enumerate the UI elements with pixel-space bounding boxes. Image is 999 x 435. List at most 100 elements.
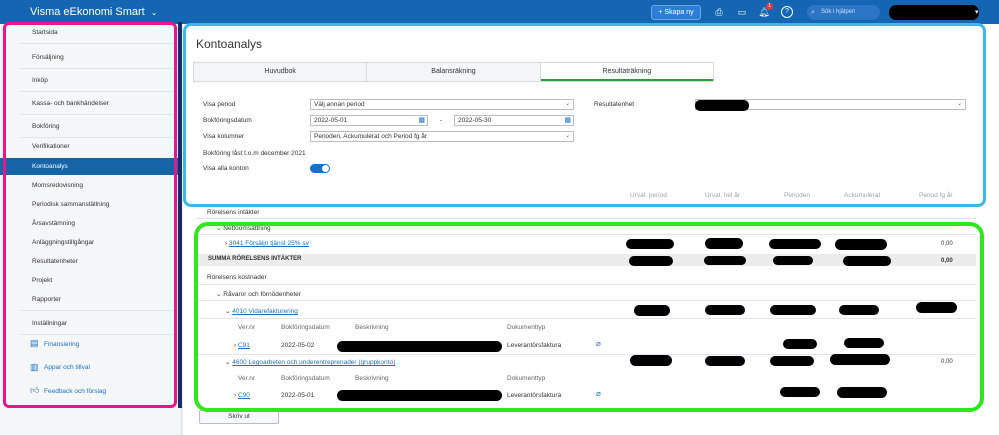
period-label: Visa period: [203, 101, 236, 108]
period-select[interactable]: Välj annan period ⌄: [310, 99, 574, 110]
app-title[interactable]: Visma eEkonomi Smart: [30, 6, 145, 18]
printer-icon[interactable]: ⎙: [713, 6, 725, 18]
chevron-down-icon: ⌄: [564, 133, 570, 139]
column-header: Urval, hel år: [705, 192, 741, 199]
divider: [196, 318, 976, 319]
page-title: Kontoanalys: [196, 37, 263, 51]
user-menu-chevron-icon[interactable]: ▾: [975, 8, 979, 16]
locked-info: Bokföring låst t.o.m december 2021: [203, 150, 306, 157]
redacted-value: [626, 239, 674, 249]
section-title: Rörelsens kostnader: [207, 274, 267, 281]
divider: [20, 68, 182, 69]
sidebar-item-bokforing[interactable]: Bokföring: [0, 123, 182, 130]
redacted-value: [837, 387, 887, 398]
sub-header: Dokumenttyp: [507, 324, 546, 331]
sidebar-item-momsredovisning[interactable]: Momsredovisning: [0, 182, 182, 189]
sidebar-item-rapporter[interactable]: Rapporter: [0, 296, 182, 303]
sub-header: Ver.nr: [238, 375, 255, 382]
divider: [20, 310, 182, 311]
sidebar-item-kontoanalys[interactable]: Kontoanalys: [0, 158, 182, 175]
columns-label: Visa kolumner: [203, 133, 245, 140]
account-link[interactable]: 3041 Försäljn tjänst 25% sv: [229, 240, 309, 247]
account-value: 0,00: [941, 241, 953, 247]
doctype-cell: Leverantörsfaktura: [507, 342, 562, 349]
divider: [20, 114, 182, 115]
date-from-value: 2022-05-01: [314, 117, 348, 124]
tab-resultatrakning[interactable]: Resultaträkning: [540, 63, 713, 81]
divider: [196, 234, 976, 235]
divider: [196, 300, 976, 301]
create-new-button[interactable]: + Skapa ny: [651, 5, 701, 20]
sub-header: Bokföringsdatum: [281, 324, 330, 331]
group-label: Råvaror och förnödenheter: [223, 291, 301, 298]
sidebar-item-arsavstamning[interactable]: Årsavstämning: [0, 220, 182, 227]
redacted-value: [769, 239, 821, 249]
group-title[interactable]: ⌄ Råvaror och förnödenheter: [216, 290, 301, 298]
tab-balansrakning[interactable]: Balansräkning: [367, 63, 541, 81]
sidebar-item-appar[interactable]: Appar och tillval: [0, 364, 182, 371]
sidebar-item-anlaggningstillgangar[interactable]: Anläggningstillgångar: [0, 239, 182, 246]
show-all-label: Visa alla konton: [203, 165, 249, 172]
print-button[interactable]: Skriv ut: [199, 410, 279, 424]
chat-icon[interactable]: ▭: [736, 6, 748, 18]
report-tabs: Huvudbok Balansräkning Resultaträkning: [193, 62, 714, 82]
ver-cell[interactable]: › C91: [234, 342, 250, 349]
redacted-description: [337, 341, 502, 352]
sidebar-item-projekt[interactable]: Projekt: [0, 277, 182, 284]
sidebar-item-resultatenheter[interactable]: Resultatenheter: [0, 258, 182, 265]
paperclip-icon[interactable]: ⌀: [596, 339, 601, 348]
redacted-value: [916, 302, 957, 313]
columns-select[interactable]: Perioden, Ackumulerat och Period fg år ⌄: [310, 131, 574, 142]
group-title[interactable]: ⌄ Nettoomsättning: [216, 224, 271, 232]
account-link[interactable]: 4010 Vidarefakturering: [232, 308, 298, 315]
toggle-knob: [322, 165, 329, 172]
notification-badge: 1: [766, 3, 773, 10]
section-title: Rörelsens intäkter: [207, 209, 260, 216]
sidebar-item-periodisk[interactable]: Periodisk sammanställning: [0, 201, 182, 208]
chevron-down-icon: ⌄: [956, 101, 962, 107]
account-value: 0,00: [941, 359, 953, 365]
paperclip-icon[interactable]: ⌀: [596, 389, 601, 398]
account-row[interactable]: ⌄ 4010 Vidarefakturering: [225, 307, 298, 315]
ver-cell[interactable]: › C90: [234, 392, 250, 399]
redacted-value: [830, 354, 890, 365]
account-row[interactable]: ⌄ 4600 Legoarbeten och underentreprenade…: [225, 358, 395, 366]
ver-link[interactable]: C90: [238, 392, 250, 399]
sidebar-item-finansiering[interactable]: Finansiering: [0, 341, 182, 348]
sidebar: Startsida Försäljning Inköp Kassa- och b…: [0, 24, 182, 435]
sub-header: Beskrivning: [355, 375, 389, 382]
redacted-value: [629, 256, 673, 266]
redacted-value: [770, 305, 816, 315]
sum-value: 0,00: [941, 258, 953, 264]
tab-huvudbok[interactable]: Huvudbok: [194, 63, 368, 81]
divider: [196, 218, 976, 219]
chevron-down-icon[interactable]: ⌄: [151, 8, 158, 17]
account-link[interactable]: 4600 Legoarbeten och underentreprenader …: [232, 359, 395, 366]
sub-header: Beskrivning: [355, 324, 389, 331]
date-to-value: 2022-05-30: [458, 117, 492, 124]
sidebar-item-verifikationer[interactable]: Verifikationer: [0, 143, 182, 150]
calendar-icon[interactable]: ▦: [564, 116, 571, 125]
sidebar-item-installningar[interactable]: Inställningar: [0, 320, 182, 327]
redacted-value: [780, 387, 820, 397]
group-label: Nettoomsättning: [223, 225, 271, 232]
sidebar-item-forsaljning[interactable]: Försäljning: [0, 54, 182, 61]
sidebar-item-feedback[interactable]: Feedback och förslag: [0, 388, 182, 395]
column-header: Perioden: [784, 192, 811, 199]
sidebar-item-inkop[interactable]: Inköp: [0, 77, 182, 84]
sidebar-item-startsida[interactable]: Startsida: [0, 29, 182, 36]
search-input[interactable]: ⌕ Sök i hjälpen: [807, 5, 880, 20]
show-all-toggle[interactable]: [310, 164, 330, 173]
columns-value: Perioden, Ackumulerat och Period fg år: [314, 133, 428, 140]
redacted-user-name[interactable]: [889, 5, 979, 20]
sidebar-item-kassa-bank[interactable]: Kassa- och bankhändelser: [0, 100, 182, 107]
date-to-input[interactable]: 2022-05-30 ▦: [454, 115, 574, 126]
divider: [20, 137, 182, 138]
redacted-value: [630, 355, 672, 366]
ver-link[interactable]: C91: [238, 342, 250, 349]
calendar-icon[interactable]: ▦: [418, 116, 425, 125]
redacted-value: [705, 356, 745, 366]
account-row[interactable]: › 3041 Försäljn tjänst 25% sv: [225, 240, 309, 247]
date-from-input[interactable]: 2022-05-01 ▦: [310, 115, 428, 126]
help-icon[interactable]: ?: [781, 6, 793, 18]
